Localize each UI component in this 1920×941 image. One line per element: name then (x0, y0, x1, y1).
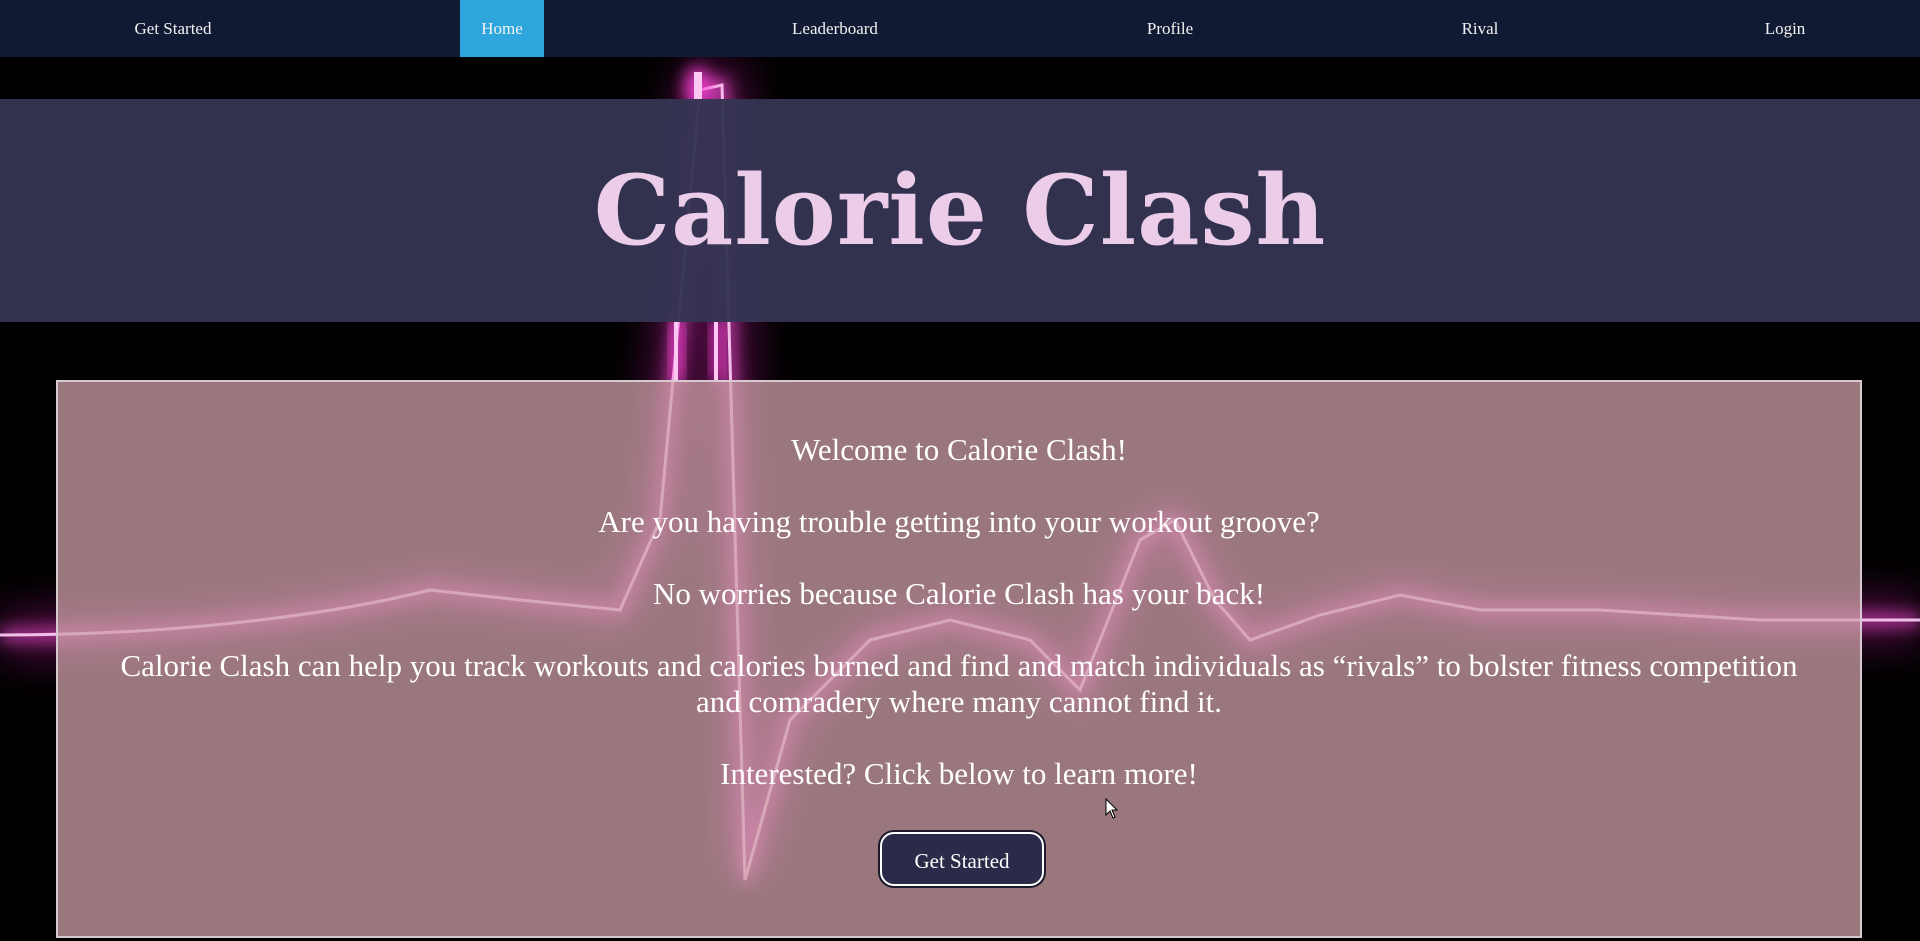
top-navigation: Get Started Home Leaderboard Profile Riv… (0, 0, 1920, 57)
welcome-heading: Welcome to Calorie Clash! (791, 432, 1127, 467)
mouse-pointer-icon (1105, 798, 1119, 819)
interest-text: Interested? Click below to learn more! (720, 756, 1198, 791)
question-text: Are you having trouble getting into your… (598, 504, 1320, 539)
nav-get-started[interactable]: Get Started (100, 0, 246, 57)
nav-rival[interactable]: Rival (1430, 0, 1530, 57)
nav-home[interactable]: Home (460, 0, 544, 57)
nav-login[interactable]: Login (1735, 0, 1835, 57)
nav-leaderboard[interactable]: Leaderboard (770, 0, 900, 57)
hero-banner: Calorie Clash (0, 99, 1920, 322)
get-started-button[interactable]: Get Started (880, 832, 1044, 886)
reassure-text: No worries because Calorie Clash has you… (652, 576, 1266, 611)
page: Get Started Home Leaderboard Profile Riv… (0, 0, 1920, 941)
page-title: Calorie Clash (593, 153, 1327, 267)
welcome-panel: Welcome to Calorie Clash! Are you having… (56, 380, 1862, 938)
description-text: Calorie Clash can help you track workout… (120, 648, 1798, 719)
nav-profile[interactable]: Profile (1120, 0, 1220, 57)
